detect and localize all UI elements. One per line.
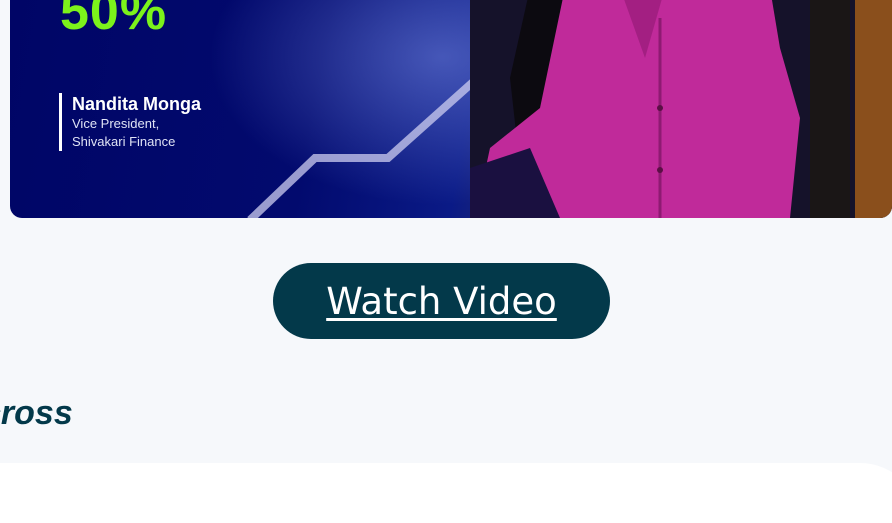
person-info: Nandita Monga Vice President, Shivakari … [59,93,201,151]
watch-video-button[interactable]: Watch Video [273,263,610,339]
section-card [0,463,892,523]
testimonial-banner: 50% Nandita Monga Vice President, Shivak… [10,0,892,218]
person-photo [470,0,892,218]
growth-stat: 50% [60,0,168,41]
person-title-line1: Vice President, [72,116,160,131]
section-heading: cross [0,394,73,432]
person-name: Nandita Monga [72,94,201,114]
person-title-line2: Shivakari Finance [72,134,176,149]
